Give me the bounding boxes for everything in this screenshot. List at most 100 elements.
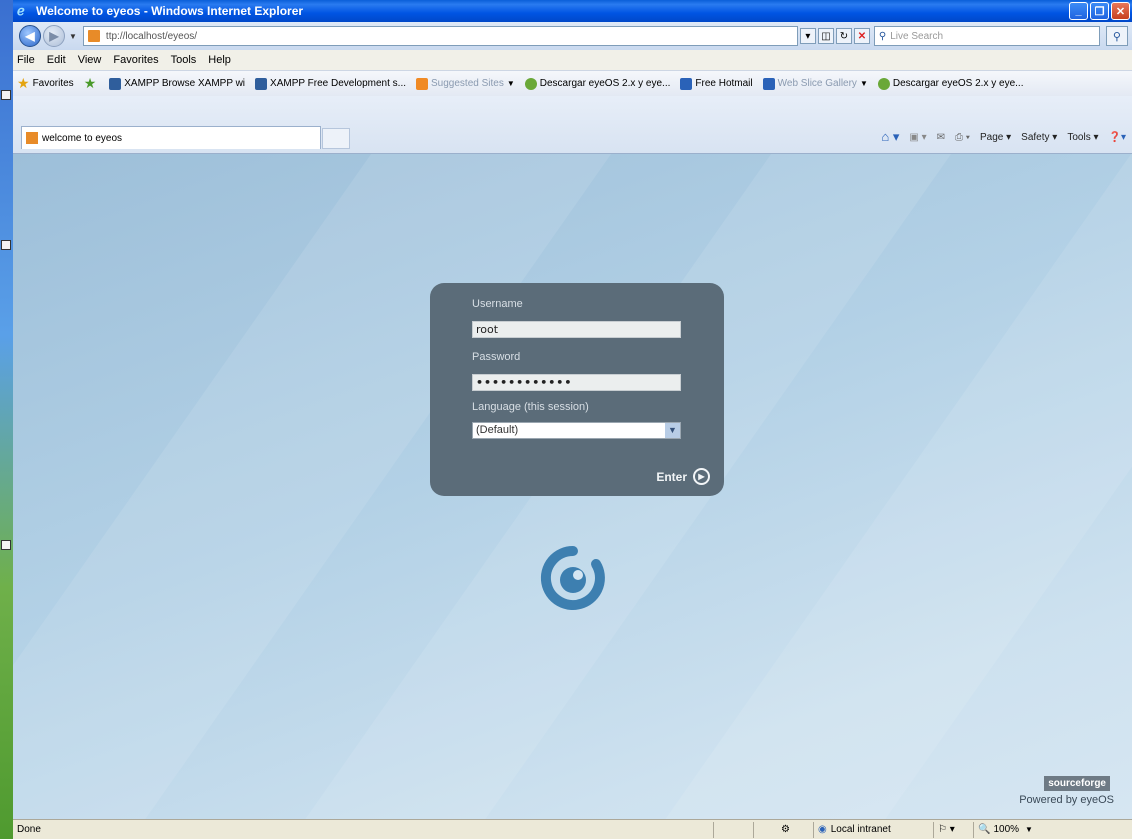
address-toolbar: ◀ ▶ ▼ ttp://localhost/eyeos/ ▾ ◫ ↻ ✕ ⚲ L… [13,22,1132,50]
back-button[interactable]: ◀ [19,25,41,47]
title-bar: ℯ Welcome to eyeos - Windows Internet Ex… [13,0,1132,22]
desktop-icon[interactable] [1,240,11,250]
favorite-link-label: Descargar eyeOS 2.x y eye... [539,78,671,89]
favorite-link-label: XAMPP Free Development s... [270,78,407,89]
tab-welcome[interactable]: welcome to eyeos [21,126,321,149]
help-icon[interactable]: ❓▾ [1109,132,1126,143]
address-dropdown-button[interactable]: ▾ [799,28,816,44]
zone-label: Local intranet [830,824,891,835]
favorite-link-label: Suggested Sites [431,78,504,89]
username-field[interactable]: root [472,321,681,338]
new-tab-button[interactable] [322,128,350,149]
add-favorite-icon: ★ [83,75,97,91]
play-arrow-icon: ▶ [693,468,710,485]
enter-label: Enter [656,469,687,484]
safety-menu[interactable]: Safety ▾ [1021,132,1057,143]
address-text: ttp://localhost/eyeos/ [105,30,198,42]
language-label: Language (this session) [472,401,589,413]
favorite-link-label: XAMPP Browse XAMPP wi [124,78,246,89]
feeds-icon[interactable]: ▣ ▾ [909,132,926,143]
tab-bar: welcome to eyeos ⌂ ▾ ▣ ▾ ✉ ⎙ ▾ Page ▾ Sa… [13,96,1132,154]
restore-button[interactable]: ❐ [1090,2,1109,20]
browser-window: ℯ Welcome to eyeos - Windows Internet Ex… [13,0,1132,839]
minimize-button[interactable]: _ [1069,2,1088,20]
safety-menu-label: Safety [1021,131,1050,143]
powered-by-text: Powered by eyeOS [1019,794,1114,806]
home-icon[interactable]: ⌂ ▾ [881,129,899,145]
compatibility-icon[interactable]: ◫ [817,28,834,44]
protected-mode-icon[interactable]: ⚙ [753,821,813,838]
search-provider-icon: ⚲ [878,30,887,42]
search-input[interactable]: ⚲ Live Search [873,26,1100,46]
sourceforge-badge[interactable]: sourceforge [1044,776,1110,791]
favorite-link[interactable]: XAMPP Browse XAMPP wi [109,77,246,90]
favorite-link[interactable]: XAMPP Free Development s... [255,77,407,90]
favorites-bar: ★ Favorites ★ XAMPP Browse XAMPP wi XAMP… [13,70,1132,96]
forward-button[interactable]: ▶ [43,25,65,47]
favorites-button[interactable]: ★ Favorites [17,75,74,92]
password-field[interactable]: •••••••••••• [472,374,681,391]
menu-favorites[interactable]: Favorites [113,54,158,66]
stop-button[interactable]: ✕ [853,28,870,44]
tools-menu[interactable]: Tools ▾ [1067,132,1098,143]
favorite-link-label: Free Hotmail [695,78,753,89]
intranet-icon: ◉ [818,824,827,835]
menu-help[interactable]: Help [208,54,231,66]
site-favicon-icon [26,132,38,144]
xampp-icon [255,77,268,90]
xampp-icon [109,77,122,90]
star-icon: ★ [17,75,30,91]
eyeos-logo-icon [540,545,605,610]
eyeos-icon [524,77,537,90]
refresh-button[interactable]: ↻ [835,28,852,44]
menu-bar: File Edit View Favorites Tools Help [13,50,1132,70]
language-select[interactable]: (Default) ▼ [472,422,681,439]
status-bar: Done ⚙ ◉ Local intranet ⚐ ▾ 🔍 100% ▼ [13,819,1132,839]
history-dropdown-icon[interactable]: ▼ [69,32,77,41]
status-text: Done [17,824,41,835]
page-menu-label: Page [980,131,1004,143]
menu-edit[interactable]: Edit [47,54,66,66]
page-content: Username root Password •••••••••••• Lang… [13,154,1132,819]
chevron-down-icon[interactable]: ▼ [665,423,680,438]
ie-logo-icon: ℯ [17,3,25,18]
desktop-icon[interactable] [1,540,11,550]
chevron-down-icon: ▼ [1025,825,1033,834]
desktop-edge [0,0,13,839]
window-title: Welcome to eyeos - Windows Internet Expl… [36,4,304,18]
favorite-link[interactable]: Web Slice Gallery ▼ [762,77,868,90]
menu-tools[interactable]: Tools [171,54,197,66]
eyeos-icon [877,77,890,90]
search-placeholder: Live Search [890,30,944,42]
tools-menu-label: Tools [1067,131,1091,143]
zone-indicator[interactable]: ◉ Local intranet [813,821,933,838]
add-favorite-button[interactable]: ★ [84,75,100,92]
ie-page-icon [762,77,775,90]
zoom-control[interactable]: 🔍 100% ▼ [973,821,1043,838]
popup-icon[interactable]: ⚐ ▾ [933,821,973,838]
close-button[interactable]: ✕ [1111,2,1130,20]
chevron-down-icon: ▼ [859,79,868,88]
command-bar: ⌂ ▾ ▣ ▾ ✉ ⎙ ▾ Page ▾ Safety ▾ Tools ▾ ❓▾ [881,129,1126,145]
suggested-sites-icon [416,77,429,90]
username-label: Username [472,298,523,310]
mail-icon[interactable]: ✉ [937,132,945,143]
search-button[interactable]: ⚲ [1105,26,1128,46]
password-label: Password [472,351,521,363]
chevron-down-icon: ▼ [506,79,515,88]
favorites-label: Favorites [32,78,74,89]
page-menu[interactable]: Page ▾ [980,132,1011,143]
favorite-link-label: Descargar eyeOS 2.x y eye... [892,78,1024,89]
address-field[interactable]: ttp://localhost/eyeos/ [82,26,798,46]
zoom-level: 100% [993,824,1020,835]
zoom-icon: 🔍 [978,824,991,835]
favorite-link[interactable]: Descargar eyeOS 2.x y eye... [524,77,671,90]
desktop-icon[interactable] [1,90,11,100]
favorite-link[interactable]: Suggested Sites ▼ [416,77,515,90]
print-icon[interactable]: ⎙ ▾ [955,132,970,143]
menu-file[interactable]: File [17,54,35,66]
favorite-link[interactable]: Free Hotmail [680,77,753,90]
favorite-link[interactable]: Descargar eyeOS 2.x y eye... [877,77,1024,90]
menu-view[interactable]: View [78,54,102,66]
enter-button[interactable]: Enter ▶ [656,468,710,485]
